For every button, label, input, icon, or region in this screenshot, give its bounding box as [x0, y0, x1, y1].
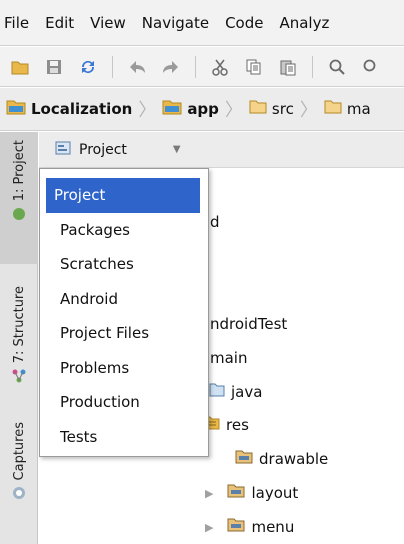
chevron-down-icon: ▼ — [172, 144, 181, 155]
tab-project[interactable]: 1: Project — [0, 132, 38, 264]
tree-item-main[interactable]: main — [210, 349, 247, 367]
structure-icon — [12, 369, 26, 387]
source-folder-icon — [209, 383, 225, 401]
tree-item-layout[interactable]: ▶ layout — [205, 484, 298, 502]
folder-icon — [227, 484, 245, 502]
tree-item-drawable[interactable]: drawable — [235, 450, 328, 468]
folder-icon — [235, 450, 253, 468]
menu-file[interactable]: File — [4, 14, 29, 32]
undo-icon[interactable] — [127, 57, 147, 77]
breadcrumb: Localization 〉 app 〉 src 〉 ma — [0, 88, 404, 131]
folder-icon — [227, 518, 245, 536]
dropdown-option-tests[interactable]: Tests — [46, 420, 200, 455]
menu-bar: File Edit View Navigate Code Analyz — [0, 0, 404, 46]
dropdown-option-project[interactable]: Project — [46, 178, 200, 213]
tab-structure[interactable]: 7: Structure — [0, 278, 38, 396]
find-icon[interactable] — [327, 57, 347, 77]
module-folder-icon — [162, 99, 182, 119]
breadcrumb-separator-icon: 〉 — [224, 100, 243, 121]
tree-item-partial[interactable]: d — [210, 213, 220, 231]
save-icon[interactable] — [44, 57, 64, 77]
breadcrumb-main[interactable]: ma — [324, 100, 371, 118]
menu-edit[interactable]: Edit — [45, 14, 74, 32]
menu-code[interactable]: Code — [225, 14, 263, 32]
project-view-selector[interactable]: Project ▼ — [39, 132, 404, 168]
tool-window-strip: 1: Project 7: Structure Captures — [0, 132, 38, 544]
dropdown-option-scratches[interactable]: Scratches — [46, 247, 200, 282]
dropdown-option-problems[interactable]: Problems — [46, 351, 200, 386]
toolbar-separator — [112, 55, 113, 78]
android-icon — [12, 207, 26, 225]
expand-arrow-icon[interactable]: ▶ — [205, 521, 213, 534]
folder-icon — [249, 100, 267, 118]
project-view-label: Project — [79, 141, 127, 158]
replace-icon[interactable] — [361, 57, 381, 77]
tree-item-menu[interactable]: ▶ menu — [205, 518, 294, 536]
cut-icon[interactable] — [210, 57, 230, 77]
tree-item-java[interactable]: java — [209, 383, 262, 401]
project-folder-icon — [6, 99, 26, 119]
menu-analyze[interactable]: Analyz — [279, 14, 329, 32]
breadcrumb-src[interactable]: src — [249, 100, 294, 118]
folder-icon — [324, 100, 342, 118]
dropdown-option-packages[interactable]: Packages — [46, 213, 200, 248]
redo-icon[interactable] — [161, 57, 181, 77]
tree-item-res[interactable]: res — [204, 416, 249, 434]
tab-captures[interactable]: Captures — [0, 414, 38, 524]
copy-icon[interactable] — [244, 57, 264, 77]
project-view-dropdown: Project Packages Scratches Android Proje… — [39, 168, 209, 457]
menu-navigate[interactable]: Navigate — [142, 14, 209, 32]
breadcrumb-separator-icon: 〉 — [138, 100, 157, 121]
project-view-icon — [55, 141, 71, 159]
toolbar-separator — [312, 55, 313, 78]
camera-icon — [12, 486, 26, 504]
sync-icon[interactable] — [78, 57, 98, 77]
breadcrumb-localization[interactable]: Localization — [6, 99, 132, 119]
toolbar — [0, 47, 404, 87]
expand-arrow-icon[interactable]: ▶ — [205, 487, 213, 500]
open-folder-icon[interactable] — [10, 57, 30, 77]
paste-icon[interactable] — [278, 57, 298, 77]
menu-view[interactable]: View — [90, 14, 126, 32]
dropdown-option-project-files[interactable]: Project Files — [46, 316, 200, 351]
toolbar-separator — [195, 55, 196, 78]
dropdown-option-android[interactable]: Android — [46, 282, 200, 317]
breadcrumb-separator-icon: 〉 — [299, 100, 318, 121]
tree-item-android-test[interactable]: ndroidTest — [210, 315, 287, 333]
dropdown-option-production[interactable]: Production — [46, 385, 200, 420]
breadcrumb-app[interactable]: app — [162, 99, 219, 119]
